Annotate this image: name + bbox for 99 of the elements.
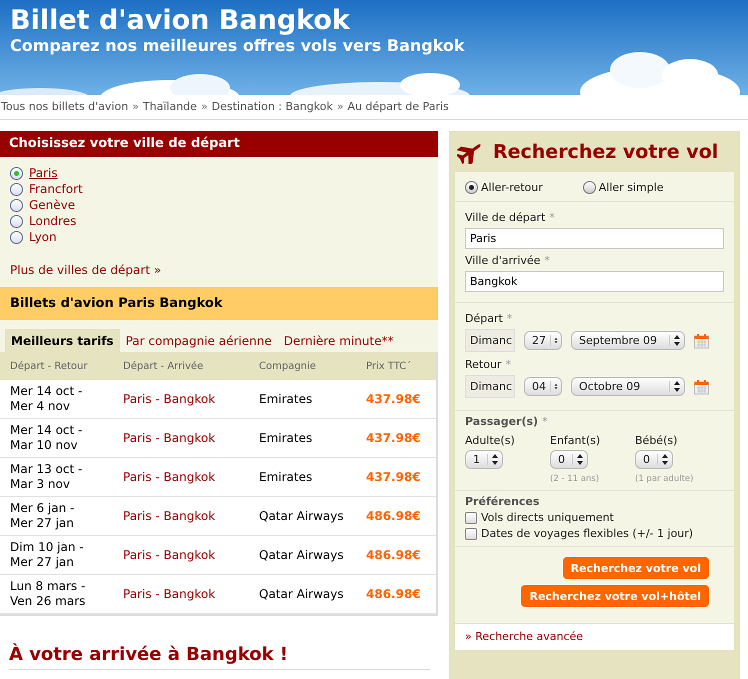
column-header: Départ - Retour: [0, 352, 113, 380]
required-mark: *: [544, 254, 550, 267]
checkbox[interactable]: [465, 512, 477, 524]
section-label: Passager(s): [465, 415, 538, 428]
section-heading: À votre arrivée à Bangkok !: [9, 644, 288, 665]
price: 437.98€: [366, 392, 421, 406]
updown-icon: [657, 454, 669, 465]
field-label: Retour: [465, 358, 502, 371]
section-header: Billets d'avion Paris Bangkok: [0, 287, 438, 320]
city-link[interactable]: Francfort: [29, 182, 83, 196]
page-subtitle: Comparez nos meilleures offres vols vers Bangkok: [9, 36, 465, 55]
panel-title: Recherchez votre vol: [493, 140, 718, 162]
table-cell: Paris - Bangkok: [123, 392, 216, 406]
page-title: Billet d'avion Bangkok: [9, 4, 350, 36]
updown-icon: [669, 335, 681, 346]
radio-button[interactable]: [10, 166, 23, 180]
column-header: Prix TTC´: [356, 352, 436, 380]
dropdown[interactable]: 27: [524, 331, 562, 350]
required-mark: *: [542, 415, 548, 428]
price: 486.98€: [366, 586, 421, 602]
breadcrumb-link[interactable]: Tous nos billets d'avion: [1, 100, 128, 113]
updown-icon: [669, 381, 681, 392]
tab[interactable]: Par compagnie aérienne: [120, 329, 278, 352]
table-cell: Paris - Bangkok: [123, 548, 216, 562]
price: 437.98€: [366, 470, 421, 484]
tab[interactable]: Meilleurs tarifs: [5, 329, 120, 352]
table-cell: Qatar Airways: [259, 586, 344, 602]
dropdown[interactable]: 1: [465, 450, 503, 469]
updown-icon: [572, 454, 584, 465]
table-cell: Mer 6 jan - Mer 27 jan: [10, 501, 74, 531]
table-cell: Qatar Airways: [259, 508, 344, 524]
radio-label: Aller-retour: [481, 181, 543, 194]
radio-button[interactable]: [465, 181, 478, 194]
column-header: Compagnie: [249, 352, 356, 380]
table-cell: Emirates: [259, 430, 312, 446]
city-link[interactable]: Lyon: [29, 230, 57, 244]
radio-label: Aller simple: [598, 181, 664, 194]
calendar-icon: [694, 378, 709, 394]
table-cell: Emirates: [259, 392, 312, 406]
dropdown[interactable]: Octobre 09: [571, 377, 685, 396]
weekday-field[interactable]: Dimanc: [465, 329, 515, 352]
table-cell: Qatar Airways: [259, 548, 344, 562]
table-cell: Paris - Bangkok: [123, 508, 216, 524]
tab[interactable]: Dernière minute**: [278, 329, 400, 352]
section-label: Préférences: [465, 495, 540, 508]
field-label: Adulte(s): [465, 434, 515, 447]
dropdown[interactable]: 04: [524, 377, 562, 396]
breadcrumb-separator: »: [336, 100, 344, 113]
table-cell: Paris - Bangkok: [123, 586, 216, 602]
weekday-field[interactable]: Dimanc: [465, 375, 515, 398]
breadcrumb-link[interactable]: Destination : Bangkok: [212, 100, 333, 113]
more-cities-link[interactable]: Plus de villes de départ »: [10, 263, 162, 277]
dropdown[interactable]: 0: [550, 450, 588, 469]
required-mark: *: [549, 211, 555, 224]
city-link[interactable]: Paris: [29, 166, 58, 180]
price: 486.98€: [366, 508, 421, 524]
dropdown[interactable]: 0: [635, 450, 673, 469]
price: 486.98€: [366, 548, 421, 562]
city-link[interactable]: Londres: [29, 214, 76, 228]
hint-text: (2 - 11 ans): [550, 474, 600, 484]
table-cell: Paris - Bangkok: [123, 430, 216, 446]
updown-icon: [487, 454, 499, 465]
table-cell: Dim 10 jan - Mer 27 jan: [10, 540, 84, 570]
field-label: Ville d'arrivée: [465, 254, 540, 267]
city-link[interactable]: Genève: [29, 198, 76, 212]
price: 437.98€: [366, 430, 421, 446]
field-label: Ville de départ: [465, 211, 546, 224]
radio-button[interactable]: [10, 230, 23, 244]
checkbox[interactable]: [465, 528, 477, 540]
updown-icon: [550, 335, 558, 346]
table-cell: Emirates: [259, 470, 312, 484]
field-label: Départ: [465, 312, 503, 325]
radio-button[interactable]: [10, 214, 23, 228]
breadcrumb-separator: »: [200, 100, 208, 113]
checkbox-label: Vols directs uniquement: [481, 511, 614, 524]
table-cell: Mar 13 oct - Mar 3 nov: [10, 462, 82, 492]
table-cell: Mer 14 oct - Mar 10 nov: [10, 423, 82, 453]
required-mark: *: [506, 312, 512, 325]
required-mark: *: [505, 358, 511, 371]
field-label: Enfant(s): [550, 434, 600, 447]
radio-button[interactable]: [10, 198, 23, 212]
text-field[interactable]: Paris: [465, 228, 724, 249]
checkbox-label: Dates de voyages flexibles (+/- 1 jour): [481, 527, 694, 540]
updown-icon: [550, 381, 558, 392]
breadcrumb-link[interactable]: Thaïlande: [142, 100, 197, 113]
breadcrumb-link[interactable]: Au départ de Paris: [348, 100, 449, 113]
table-cell: Paris - Bangkok: [123, 470, 216, 484]
radio-button[interactable]: [582, 181, 596, 194]
radio-button[interactable]: [10, 182, 23, 196]
table-cell: Mer 14 oct - Mer 4 nov: [10, 384, 82, 414]
text-field[interactable]: Bangkok: [465, 271, 724, 292]
field-label: Bébé(s): [635, 434, 678, 447]
column-header: Départ - Arrivée: [113, 352, 249, 380]
table-cell: Lun 8 mars - Ven 26 mars: [10, 579, 86, 609]
breadcrumb-separator: »: [132, 100, 139, 113]
hint-text: (1 par adulte): [635, 474, 694, 484]
section-header: Choisissez votre ville de départ: [0, 131, 438, 157]
calendar-icon: [694, 332, 709, 348]
dropdown[interactable]: Septembre 09: [571, 331, 685, 350]
